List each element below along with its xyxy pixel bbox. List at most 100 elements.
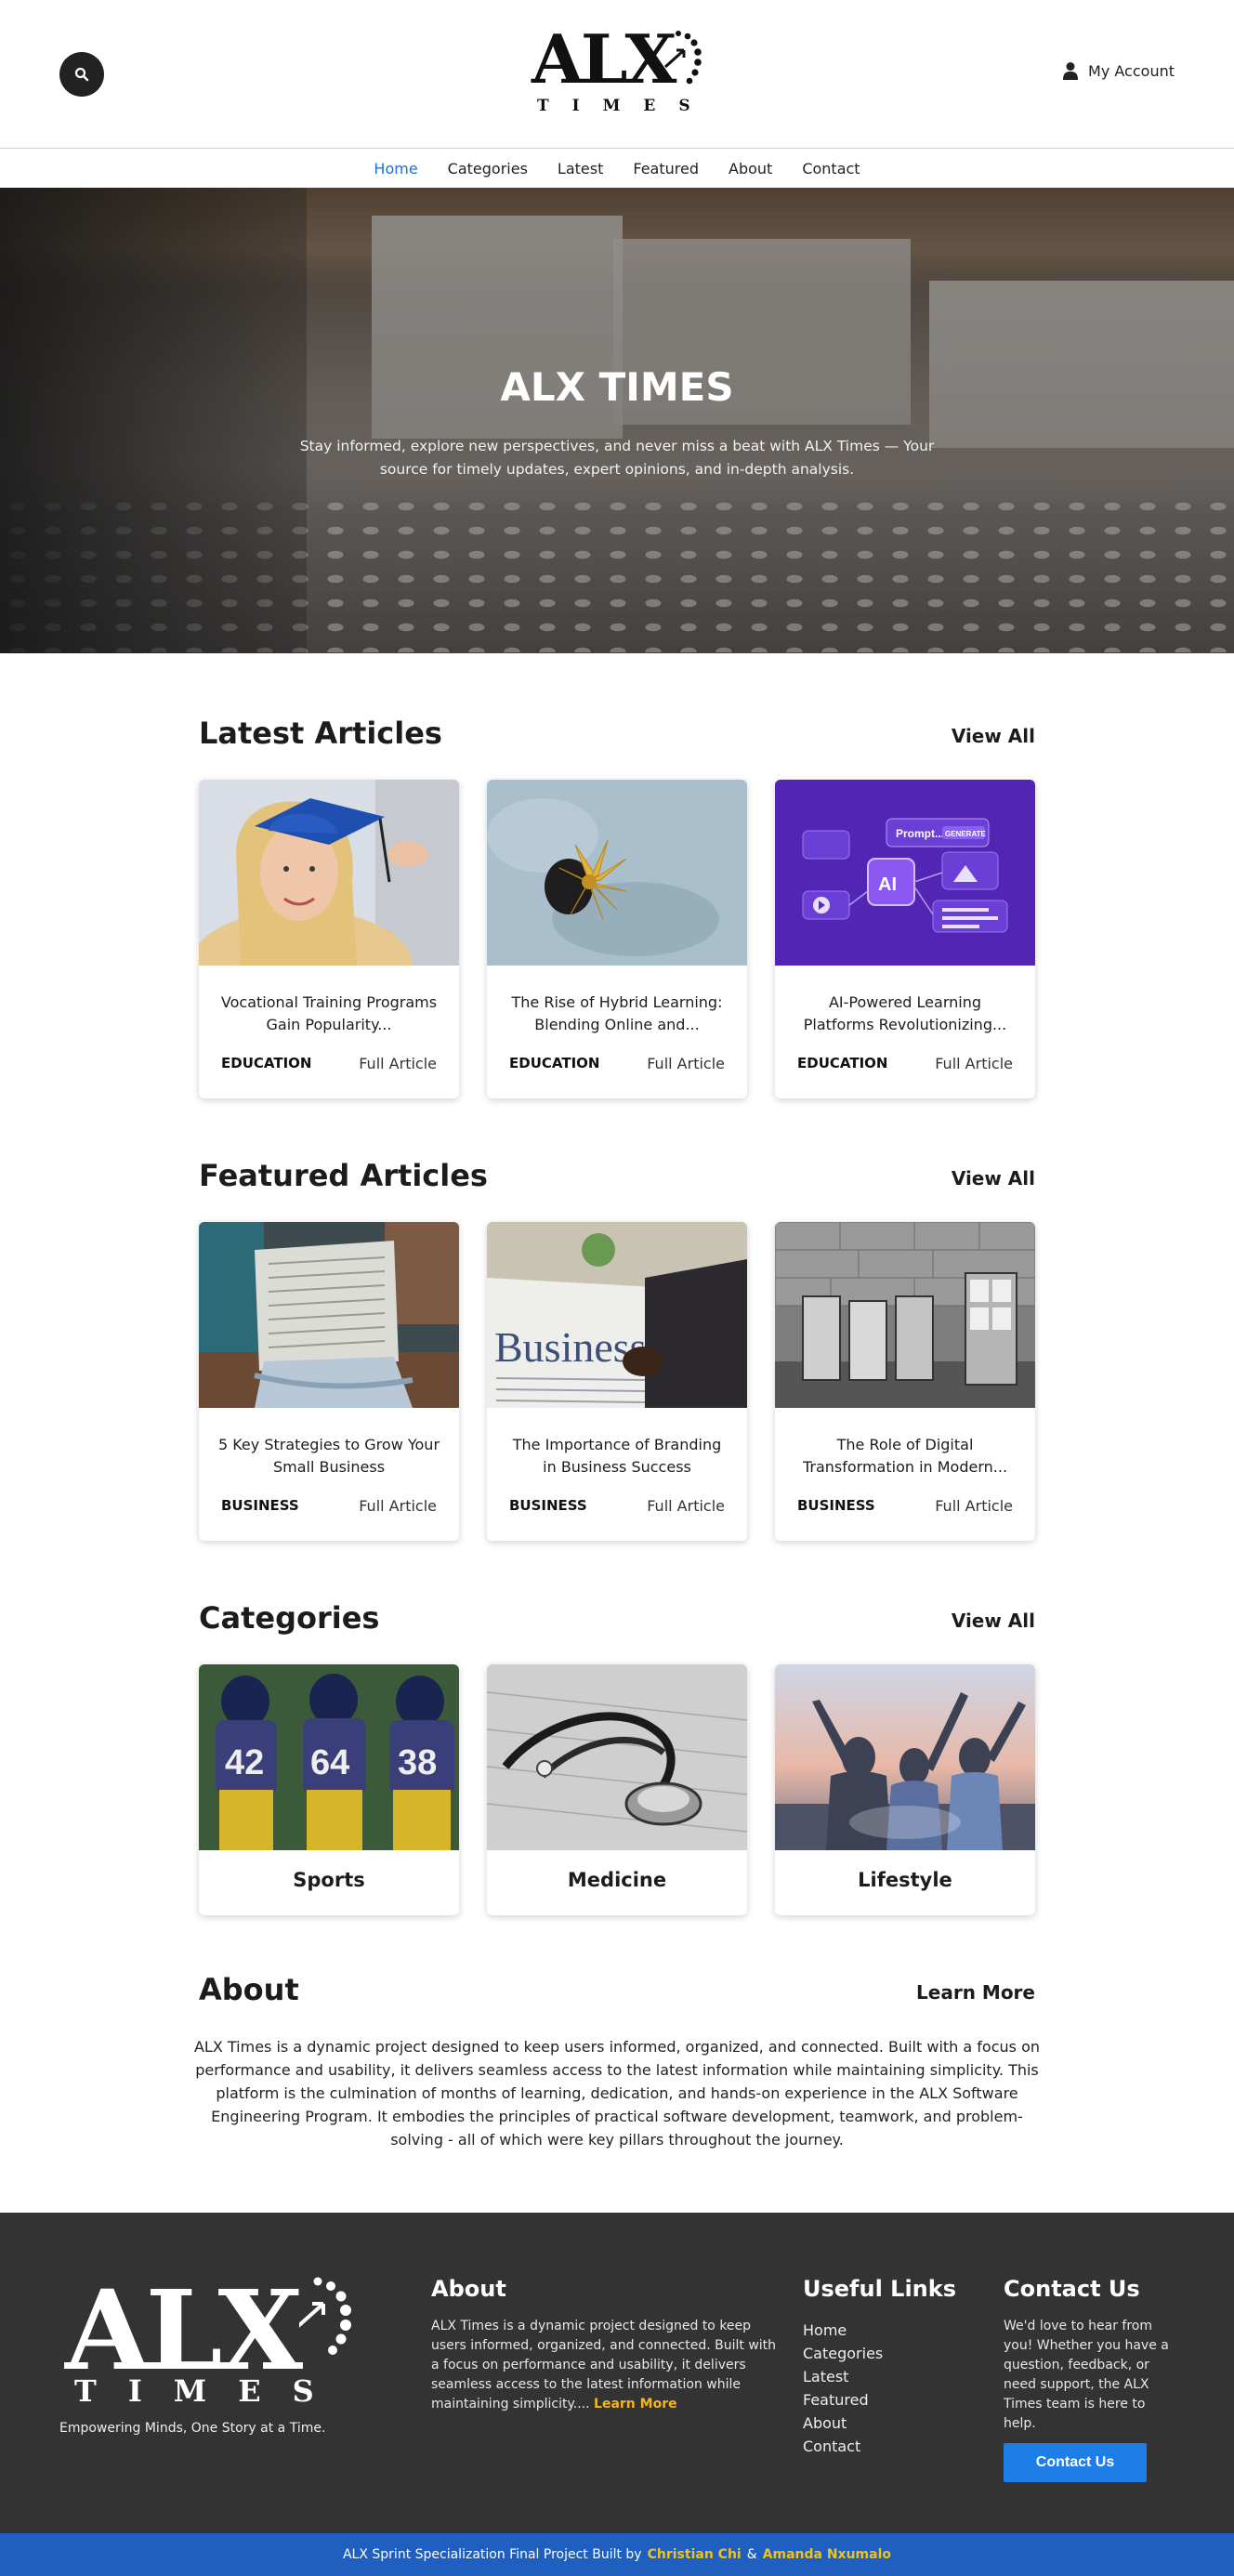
nav-categories[interactable]: Categories — [448, 160, 528, 177]
full-article-link[interactable]: Full Article — [935, 1055, 1013, 1072]
featured-articles-title: Featured Articles — [199, 1158, 488, 1193]
footer-links-list: Home Categories Latest Featured About Co… — [803, 2319, 883, 2458]
footer-links-title: Useful Links — [803, 2276, 957, 2302]
about-learn-more-link[interactable]: Learn More — [916, 1981, 1035, 2004]
latest-article-card[interactable]: Prompt... GENERATE AI AI-Powered Learnin… — [775, 780, 1035, 1098]
jersey-number-text: 42 — [225, 1743, 264, 1782]
nav-contact[interactable]: Contact — [802, 160, 860, 177]
footer-logo-main-text: ALX — [65, 2266, 303, 2395]
article-image-ai: Prompt... GENERATE AI — [775, 780, 1035, 966]
latest-articles-header: Latest Articles View All — [199, 716, 1035, 756]
nav-home[interactable]: Home — [374, 160, 417, 177]
main-nav: Home Categories Latest Featured About Co… — [0, 149, 1234, 188]
nav-featured[interactable]: Featured — [633, 160, 699, 177]
article-category: EDUCATION — [221, 1055, 312, 1071]
featured-article-card[interactable]: Business The Importance of Branding in B… — [487, 1222, 747, 1541]
footer-link-home[interactable]: Home — [803, 2319, 883, 2342]
credits-author-2[interactable]: Amanda Nxumalo — [763, 2547, 891, 2562]
user-icon — [1063, 62, 1079, 80]
article-image-newspaper-reader — [199, 1222, 459, 1408]
ai-prompt-text: Prompt... — [896, 827, 944, 840]
footer-logo-sub-text: TIMES — [74, 2373, 346, 2409]
hero-banner: ALX TIMES Stay informed, explore new per… — [0, 188, 1234, 653]
article-category: BUSINESS — [797, 1497, 875, 1514]
category-card-medicine[interactable]: Medicine — [487, 1664, 747, 1915]
article-title[interactable]: The Role of Digital Transformation in Mo… — [794, 1434, 1017, 1479]
category-name[interactable]: Medicine — [487, 1869, 747, 1891]
about-description: ALX Times is a dynamic project designed … — [193, 2038, 1040, 2149]
my-account-link[interactable]: My Account — [1062, 61, 1175, 80]
logo-main-text: ALX — [532, 20, 676, 99]
footer-link-about[interactable]: About — [803, 2412, 883, 2435]
article-category: EDUCATION — [509, 1055, 600, 1071]
footer-about-text: ALX Times is a dynamic project designed … — [431, 2317, 784, 2414]
jersey-number-text: 64 — [310, 1743, 349, 1782]
footer-logo-dots-icon — [299, 2277, 351, 2355]
full-article-link[interactable]: Full Article — [647, 1497, 725, 1515]
full-article-link[interactable]: Full Article — [359, 1497, 437, 1515]
footer-learn-more-link[interactable]: Learn More — [594, 2397, 677, 2412]
full-article-link[interactable]: Full Article — [359, 1055, 437, 1072]
latest-article-card[interactable]: Vocational Training Programs Gain Popula… — [199, 780, 459, 1098]
footer-link-latest[interactable]: Latest — [803, 2365, 883, 2388]
latest-articles-title: Latest Articles — [199, 716, 442, 751]
credits-separator: & — [746, 2547, 757, 2562]
category-image-sports: 42 64 38 — [199, 1664, 459, 1850]
article-title[interactable]: The Importance of Branding in Business S… — [505, 1434, 729, 1479]
jersey-number-text: 38 — [398, 1743, 437, 1782]
featured-article-card[interactable]: The Role of Digital Transformation in Mo… — [775, 1222, 1035, 1541]
search-button[interactable] — [59, 52, 104, 97]
credits-prefix: ALX Sprint Specialization Final Project … — [342, 2547, 642, 2562]
about-title: About — [199, 1972, 299, 2007]
nav-about[interactable]: About — [729, 160, 772, 177]
article-title[interactable]: AI-Powered Learning Platforms Revolution… — [794, 992, 1017, 1036]
categories-title: Categories — [199, 1600, 380, 1636]
search-icon — [74, 67, 89, 82]
categories-view-all-link[interactable]: View All — [952, 1610, 1035, 1632]
logo-dots-icon — [663, 31, 702, 85]
nav-latest[interactable]: Latest — [558, 160, 603, 177]
categories-header: Categories View All — [199, 1600, 1035, 1641]
hero-overlay — [0, 188, 1234, 653]
article-image-graduate — [199, 780, 459, 966]
footer-tagline: Empowering Minds, One Story at a Time. — [59, 2421, 326, 2436]
featured-view-all-link[interactable]: View All — [952, 1167, 1035, 1189]
article-category: EDUCATION — [797, 1055, 888, 1071]
article-image-plant — [487, 780, 747, 966]
footer-link-featured[interactable]: Featured — [803, 2388, 883, 2412]
article-category: BUSINESS — [509, 1497, 587, 1514]
footer-contact-title: Contact Us — [1004, 2276, 1140, 2302]
ai-chip-text: AI — [878, 874, 897, 895]
latest-view-all-link[interactable]: View All — [952, 725, 1035, 747]
category-name[interactable]: Lifestyle — [775, 1869, 1035, 1891]
footer-link-contact[interactable]: Contact — [803, 2435, 883, 2458]
footer-about-title: About — [431, 2276, 506, 2302]
featured-article-card[interactable]: 5 Key Strategies to Grow Your Small Busi… — [199, 1222, 459, 1541]
ai-generate-text: GENERATE — [945, 830, 987, 838]
article-category: BUSINESS — [221, 1497, 299, 1514]
footer-link-categories[interactable]: Categories — [803, 2342, 883, 2365]
footer-contact-text: We'd love to hear from you! Whether you … — [1004, 2319, 1169, 2431]
footer-logo[interactable]: ALX TIMES — [65, 2276, 362, 2406]
category-card-sports[interactable]: 42 64 38 Sports — [199, 1664, 459, 1915]
article-title[interactable]: Vocational Training Programs Gain Popula… — [217, 992, 440, 1036]
full-article-link[interactable]: Full Article — [647, 1055, 725, 1072]
featured-articles-header: Featured Articles View All — [199, 1158, 1035, 1199]
category-name[interactable]: Sports — [199, 1869, 459, 1891]
category-image-medicine — [487, 1664, 747, 1850]
site-header: ALX TIMES My Account — [0, 0, 1234, 149]
category-image-lifestyle — [775, 1664, 1035, 1850]
hero-title: ALX TIMES — [500, 364, 734, 410]
article-title[interactable]: The Rise of Hybrid Learning: Blending On… — [505, 992, 729, 1036]
site-logo[interactable]: ALX TIMES — [524, 26, 710, 123]
full-article-link[interactable]: Full Article — [935, 1497, 1013, 1515]
article-title[interactable]: 5 Key Strategies to Grow Your Small Busi… — [217, 1434, 440, 1479]
article-image-business-paper: Business — [487, 1222, 747, 1408]
bottom-credits-bar: ALX Sprint Specialization Final Project … — [0, 2533, 1234, 2576]
credits-author-1[interactable]: Christian Chi — [648, 2547, 742, 2562]
hero-description: Stay informed, explore new perspectives,… — [299, 438, 935, 478]
category-card-lifestyle[interactable]: Lifestyle — [775, 1664, 1035, 1915]
site-footer: ALX TIMES Empowering Minds, One Story at… — [0, 2213, 1234, 2533]
contact-us-button[interactable]: Contact Us — [1004, 2443, 1147, 2482]
latest-article-card[interactable]: The Rise of Hybrid Learning: Blending On… — [487, 780, 747, 1098]
